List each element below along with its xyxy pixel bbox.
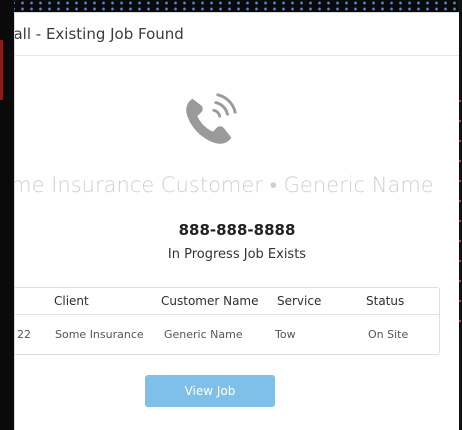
phone-ringing-icon	[186, 93, 237, 144]
caller-name: Some Insurance Customer • Generic Name	[14, 173, 434, 197]
cell-job-id: 22	[17, 328, 31, 341]
cell-customer-name: Generic Name	[164, 328, 243, 341]
modal-header: Call - Existing Job Found	[15, 13, 459, 56]
column-header-client: Client	[54, 294, 89, 308]
cell-client: Some Insurance	[55, 328, 144, 341]
background-dot-pattern	[0, 0, 462, 12]
existing-job-modal: Call - Existing Job Found Some Insurance…	[14, 12, 459, 430]
existing-jobs-table: Client Customer Name Service Status 22 S…	[15, 287, 440, 355]
cell-service: Tow	[275, 328, 296, 341]
column-header-status: Status	[366, 294, 405, 308]
column-header-service: Service	[277, 294, 322, 308]
view-job-button[interactable]: View Job	[145, 375, 275, 407]
column-header-customer-name: Customer Name	[161, 294, 259, 308]
modal-title: Call - Existing Job Found	[14, 25, 184, 43]
job-status-message: In Progress Job Exists	[167, 247, 307, 262]
cell-status: On Site	[368, 328, 409, 341]
table-header-divider	[15, 314, 439, 315]
background-right-ticks	[459, 100, 461, 340]
caller-phone-number: 888-888-8888	[178, 221, 296, 239]
background-red-edge	[0, 40, 3, 100]
